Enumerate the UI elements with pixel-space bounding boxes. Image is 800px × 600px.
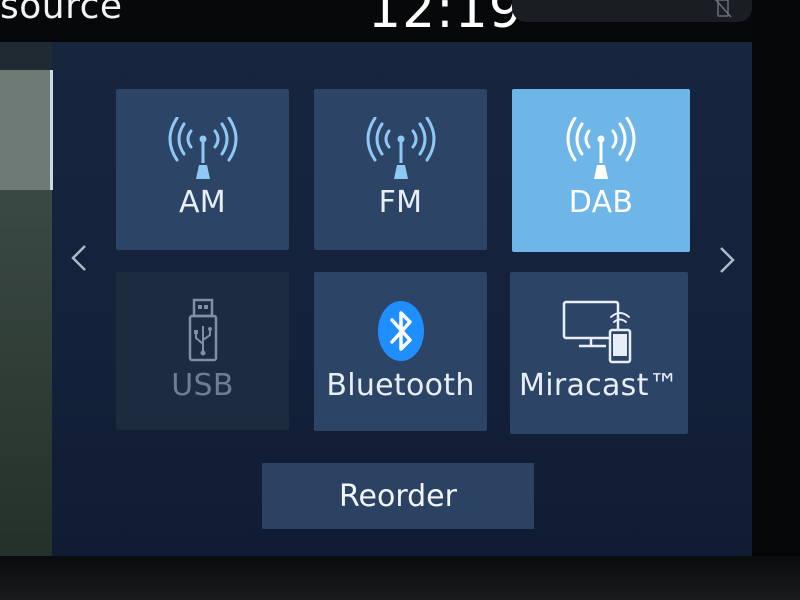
antenna-icon — [168, 117, 237, 179]
antenna-icon — [366, 117, 435, 179]
status-bar: source 12:19 — [0, 0, 800, 40]
map-preview-lower — [0, 190, 52, 570]
tile-label: Bluetooth — [326, 368, 475, 403]
bezel-bottom — [0, 556, 800, 600]
tile-label: Miracast™ — [519, 368, 679, 403]
screen-title: source — [0, 0, 123, 27]
source-tile-am[interactable]: AM — [116, 89, 289, 250]
tile-label: USB — [171, 368, 234, 403]
bluetooth-icon — [377, 301, 424, 361]
chevron-left-icon — [71, 245, 86, 271]
map-preview — [0, 70, 52, 190]
usb-icon — [188, 298, 217, 362]
miracast-icon — [562, 300, 632, 364]
map-preview-panel[interactable] — [0, 42, 53, 570]
tile-label: FM — [378, 185, 423, 220]
source-tile-dab[interactable]: DAB — [512, 89, 690, 252]
next-page-button[interactable] — [714, 240, 740, 280]
tile-label: AM — [178, 185, 226, 220]
bezel-right — [752, 0, 800, 600]
source-tile-usb[interactable]: USB — [116, 272, 289, 430]
status-indicators — [512, 0, 752, 22]
source-tile-bluetooth[interactable]: Bluetooth — [314, 272, 487, 431]
source-tile-miracast[interactable]: Miracast™ — [510, 272, 688, 434]
panel-edge — [50, 70, 53, 190]
tile-label: DAB — [568, 185, 634, 220]
reorder-button[interactable]: Reorder — [262, 463, 534, 529]
chevron-right-icon — [720, 247, 735, 273]
previous-page-button[interactable] — [66, 238, 92, 278]
antenna-icon — [566, 117, 636, 179]
clock: 12:19 — [368, 0, 523, 40]
phone-disconnected-icon — [714, 0, 732, 18]
source-tile-fm[interactable]: FM — [314, 89, 487, 250]
